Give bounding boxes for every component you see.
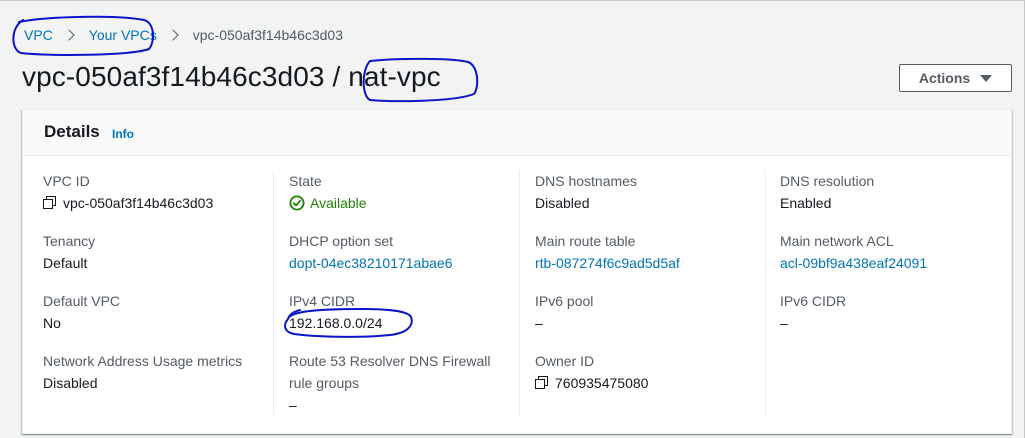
column-divider	[273, 170, 274, 415]
field-value: Disabled	[43, 375, 98, 391]
window-top-border	[0, 0, 1025, 1]
main-network-acl-link[interactable]: acl-09bf9a438eaf24091	[780, 255, 927, 271]
field-owner-id: Owner ID 760935475080	[535, 350, 648, 394]
breadcrumb-current: vpc-050af3f14b46c3d03	[192, 27, 343, 43]
field-value: –	[289, 397, 297, 413]
details-title: Details	[44, 122, 100, 141]
field-label: DHCP option set	[289, 233, 394, 249]
state-value: Available	[310, 195, 367, 211]
field-label: Default VPC	[43, 293, 121, 309]
field-dns-hostnames: DNS hostnames Disabled	[535, 170, 637, 214]
caret-down-icon	[980, 74, 993, 82]
field-value: 760935475080	[535, 372, 648, 394]
field-label: IPv6 pool	[535, 293, 594, 309]
field-label: Owner ID	[535, 353, 595, 369]
field-value: Enabled	[780, 195, 832, 211]
field-route53-resolver-dns-firewall: Route 53 Resolver DNS Firewall rule grou…	[289, 350, 491, 416]
field-label: State	[289, 173, 322, 189]
field-value: –	[535, 315, 543, 331]
field-dns-resolution: DNS resolution Enabled	[780, 170, 874, 214]
breadcrumb: VPC Your VPCs vpc-050af3f14b46c3d03	[24, 26, 343, 44]
field-value: Disabled	[535, 195, 590, 211]
info-link[interactable]: Info	[112, 127, 134, 141]
field-network-address-usage-metrics: Network Address Usage metrics Disabled	[43, 350, 242, 394]
breadcrumb-vpc[interactable]: VPC	[24, 27, 53, 43]
field-value: Default	[43, 255, 88, 271]
field-label: Main route table	[535, 233, 636, 249]
field-label: DNS resolution	[780, 173, 875, 189]
owner-id-value: 760935475080	[555, 375, 649, 391]
chevron-right-icon	[167, 29, 179, 41]
field-label: Route 53 Resolver DNS Firewall	[289, 353, 491, 369]
field-label: DNS hostnames	[535, 173, 637, 189]
field-dhcp-option-set: DHCP option set dopt-04ec38210171abae6	[289, 230, 453, 274]
breadcrumb-your-vpcs[interactable]: Your VPCs	[89, 27, 157, 43]
field-ipv6-pool: IPv6 pool –	[535, 290, 593, 334]
field-vpc-id: VPC ID vpc-050af3f14b46c3d03	[43, 170, 213, 214]
field-main-network-acl: Main network ACL acl-09bf9a438eaf24091	[780, 230, 927, 274]
field-label: Network Address Usage metrics	[43, 353, 243, 369]
field-state: State Available	[289, 170, 367, 214]
actions-button-label: Actions	[918, 70, 971, 86]
field-label: IPv4 CIDR	[289, 293, 356, 309]
details-panel: Details Info VPC ID vpc-050af3f14b46c3d0…	[22, 109, 1012, 434]
field-label: Main network ACL	[780, 233, 894, 249]
field-value: vpc-050af3f14b46c3d03	[43, 192, 213, 214]
field-value: –	[780, 315, 788, 331]
page-title-id: vpc-050af3f14b46c3d03	[22, 61, 325, 92]
chevron-right-icon	[63, 29, 75, 41]
field-tenancy: Tenancy Default	[43, 230, 95, 274]
field-main-route-table: Main route table rtb-087274f6c9ad5d5af	[535, 230, 680, 274]
page-title-name: nat-vpc	[348, 61, 441, 92]
field-label: Tenancy	[43, 233, 96, 249]
main-route-table-link[interactable]: rtb-087274f6c9ad5d5af	[535, 255, 680, 271]
field-label: IPv6 CIDR	[780, 293, 847, 309]
actions-button[interactable]: Actions	[899, 64, 1012, 92]
field-label: VPC ID	[43, 173, 90, 189]
column-divider	[765, 170, 766, 415]
field-ipv4-cidr: IPv4 CIDR 192.168.0.0/24	[289, 290, 382, 334]
page-title-separator: /	[324, 61, 349, 92]
status-badge: Available	[289, 192, 367, 214]
copy-icon[interactable]	[535, 376, 549, 390]
page-title: vpc-050af3f14b46c3d03 / nat-vpc	[22, 61, 441, 93]
field-label-continued: rule groups	[289, 375, 360, 391]
ipv4-cidr-value: 192.168.0.0/24	[289, 315, 383, 331]
field-ipv6-cidr: IPv6 CIDR –	[780, 290, 846, 334]
field-default-vpc: Default VPC No	[43, 290, 120, 334]
copy-icon[interactable]	[43, 196, 57, 210]
dhcp-option-set-link[interactable]: dopt-04ec38210171abae6	[289, 255, 453, 271]
details-panel-header: Details Info	[23, 110, 1011, 156]
column-divider	[519, 170, 520, 415]
vpc-id-value: vpc-050af3f14b46c3d03	[63, 195, 214, 211]
field-value: No	[43, 315, 61, 331]
check-circle-icon	[289, 195, 305, 211]
